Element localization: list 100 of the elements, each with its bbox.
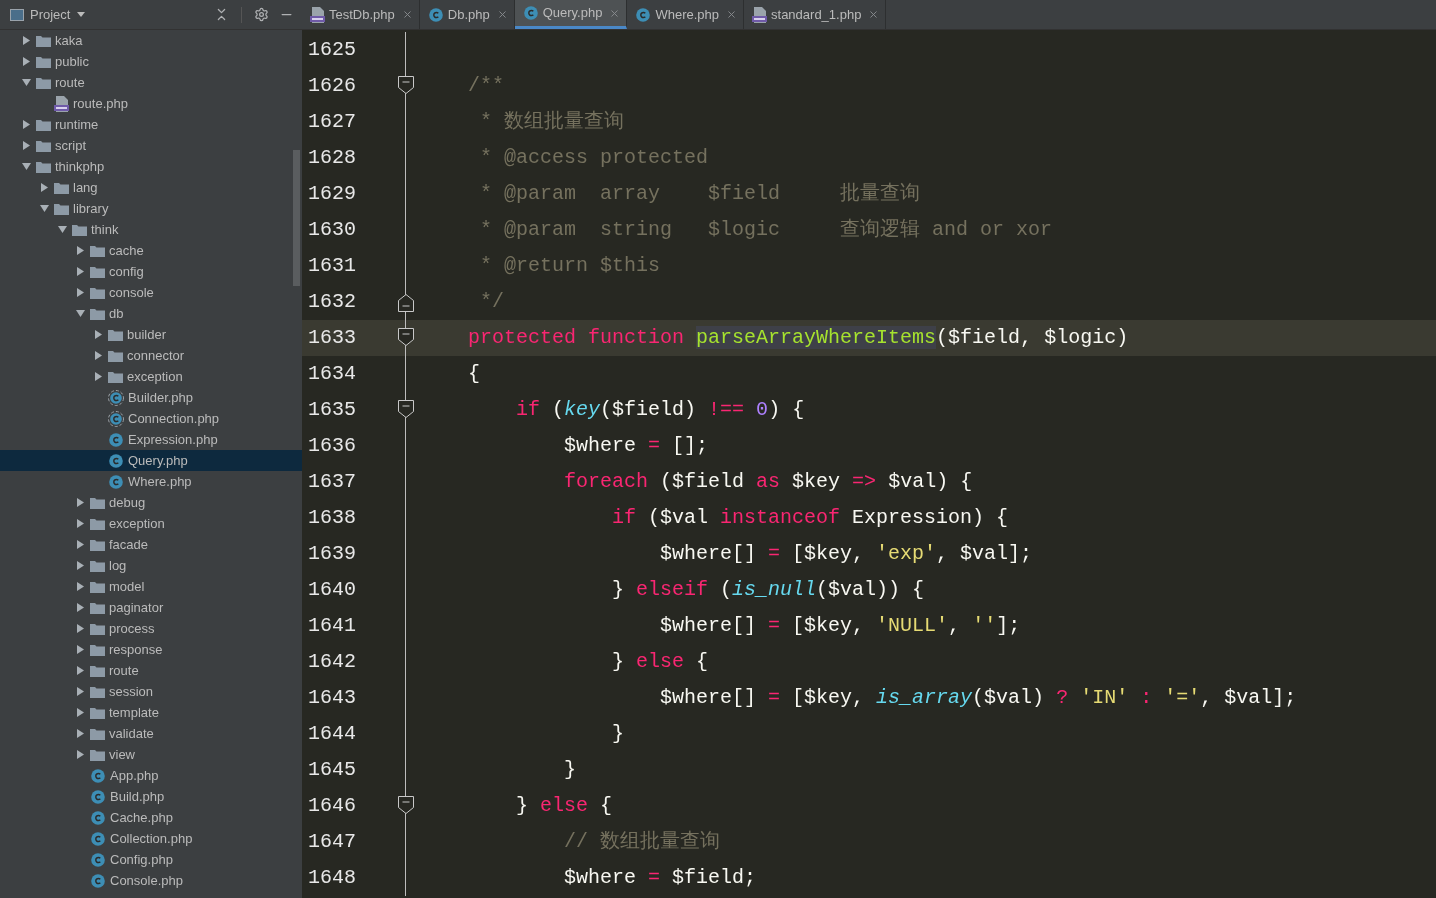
tree-item[interactable]: Config.php	[0, 849, 302, 870]
line-number: 1647	[307, 829, 357, 855]
folder-icon	[90, 664, 105, 677]
folder-icon	[36, 34, 51, 47]
tree-item[interactable]: model	[0, 576, 302, 597]
editor-tab[interactable]: Query.php	[514, 0, 628, 29]
code-line: /**	[467, 73, 504, 99]
collapsed-arrow-icon[interactable]	[93, 330, 103, 339]
code-line: $where[] = [$key, 'exp', $val];	[659, 541, 1033, 567]
folder-icon	[36, 118, 51, 131]
unfold-icon[interactable]	[398, 294, 414, 312]
code-line: $where = $field;	[563, 865, 757, 891]
tree-item[interactable]: Connection.php	[0, 408, 302, 429]
settings-icon[interactable]	[254, 7, 269, 22]
fold-icon[interactable]	[398, 796, 414, 814]
tree-item[interactable]: Builder.php	[0, 387, 302, 408]
panel-title[interactable]: Project	[30, 4, 71, 25]
collapsed-arrow-icon[interactable]	[75, 519, 85, 528]
tree-item[interactable]: Cache.php	[0, 807, 302, 828]
collapsed-arrow-icon[interactable]	[21, 57, 31, 66]
collapsed-arrow-icon[interactable]	[93, 351, 103, 360]
scrollbar[interactable]	[293, 150, 300, 286]
folder-icon	[90, 559, 105, 572]
collapsed-arrow-icon[interactable]	[75, 645, 85, 654]
fold-icon[interactable]	[398, 76, 414, 94]
close-icon[interactable]	[868, 9, 880, 20]
tree-item[interactable]: route	[0, 660, 302, 681]
tree-item[interactable]: validate	[0, 723, 302, 744]
tree-item[interactable]: library	[0, 198, 302, 219]
folder-icon	[90, 727, 105, 740]
tree-item[interactable]: exception	[0, 513, 302, 534]
tree-item[interactable]: route	[0, 72, 302, 93]
collapsed-arrow-icon[interactable]	[75, 582, 85, 591]
tree-item[interactable]: response	[0, 639, 302, 660]
tree-item[interactable]: route.php	[0, 93, 302, 114]
collapsed-arrow-icon[interactable]	[75, 288, 85, 297]
tree-item[interactable]: think	[0, 219, 302, 240]
tree-item[interactable]: view	[0, 744, 302, 765]
folder-icon	[90, 538, 105, 551]
tree-item[interactable]: lang	[0, 177, 302, 198]
collapsed-arrow-icon[interactable]	[75, 603, 85, 612]
caret-icon[interactable]	[77, 12, 86, 17]
tree-item[interactable]: config	[0, 261, 302, 282]
tree-item[interactable]: paginator	[0, 597, 302, 618]
expanded-arrow-icon[interactable]	[39, 204, 49, 213]
tree-item[interactable]: debug	[0, 492, 302, 513]
collapsed-arrow-icon[interactable]	[75, 687, 85, 696]
tree-item[interactable]: cache	[0, 240, 302, 261]
tree-item[interactable]: session	[0, 681, 302, 702]
collapsed-arrow-icon[interactable]	[75, 666, 85, 675]
fold-icon[interactable]	[398, 328, 414, 346]
editor-tab[interactable]: Where.php	[627, 0, 745, 29]
tree-item[interactable]: Expression.php	[0, 429, 302, 450]
expanded-arrow-icon[interactable]	[75, 309, 85, 318]
collapsed-arrow-icon[interactable]	[75, 750, 85, 759]
collapsed-arrow-icon[interactable]	[21, 120, 31, 129]
tree-item[interactable]: template	[0, 702, 302, 723]
collapsed-arrow-icon[interactable]	[93, 372, 103, 381]
collapsed-arrow-icon[interactable]	[75, 498, 85, 507]
tree-item[interactable]: builder	[0, 324, 302, 345]
close-icon[interactable]	[726, 9, 738, 20]
tree-item[interactable]: App.php	[0, 765, 302, 786]
tree-item[interactable]: thinkphp	[0, 156, 302, 177]
tree-item[interactable]: Console.php	[0, 870, 302, 891]
tree-item[interactable]: log	[0, 555, 302, 576]
tree-item[interactable]: exception	[0, 366, 302, 387]
editor-tab[interactable]: Db.php	[419, 0, 515, 29]
collapsed-arrow-icon[interactable]	[75, 708, 85, 717]
tree-item[interactable]: db	[0, 303, 302, 324]
close-icon[interactable]	[401, 9, 413, 20]
tree-item[interactable]: runtime	[0, 114, 302, 135]
collapsed-arrow-icon[interactable]	[21, 36, 31, 45]
collapsed-arrow-icon[interactable]	[75, 624, 85, 633]
collapsed-arrow-icon[interactable]	[75, 561, 85, 570]
tree-item[interactable]: Where.php	[0, 471, 302, 492]
collapsed-arrow-icon[interactable]	[75, 729, 85, 738]
tree-item[interactable]: connector	[0, 345, 302, 366]
collapsed-arrow-icon[interactable]	[39, 183, 49, 192]
collapsed-arrow-icon[interactable]	[75, 246, 85, 255]
collapsed-arrow-icon[interactable]	[75, 267, 85, 276]
editor-tab[interactable]: TestDb.php	[302, 0, 420, 29]
expanded-arrow-icon[interactable]	[21, 78, 31, 87]
expanded-arrow-icon[interactable]	[21, 162, 31, 171]
close-icon[interactable]	[496, 9, 508, 20]
tree-item[interactable]: facade	[0, 534, 302, 555]
tree-item[interactable]: Collection.php	[0, 828, 302, 849]
line-number: 1635	[307, 397, 357, 423]
tree-item[interactable]: script	[0, 135, 302, 156]
tree-item[interactable]: console	[0, 282, 302, 303]
tree-item[interactable]: public	[0, 51, 302, 72]
editor-tab[interactable]: standard_1.php	[744, 0, 887, 29]
fold-icon[interactable]	[398, 400, 414, 418]
tree-item[interactable]: process	[0, 618, 302, 639]
code-line: }	[563, 757, 577, 783]
expanded-arrow-icon[interactable]	[57, 225, 67, 234]
tree-item[interactable]: Query.php	[0, 450, 302, 471]
tree-item[interactable]: kaka	[0, 30, 302, 51]
tree-item[interactable]: Build.php	[0, 786, 302, 807]
collapsed-arrow-icon[interactable]	[75, 540, 85, 549]
collapsed-arrow-icon[interactable]	[21, 141, 31, 150]
